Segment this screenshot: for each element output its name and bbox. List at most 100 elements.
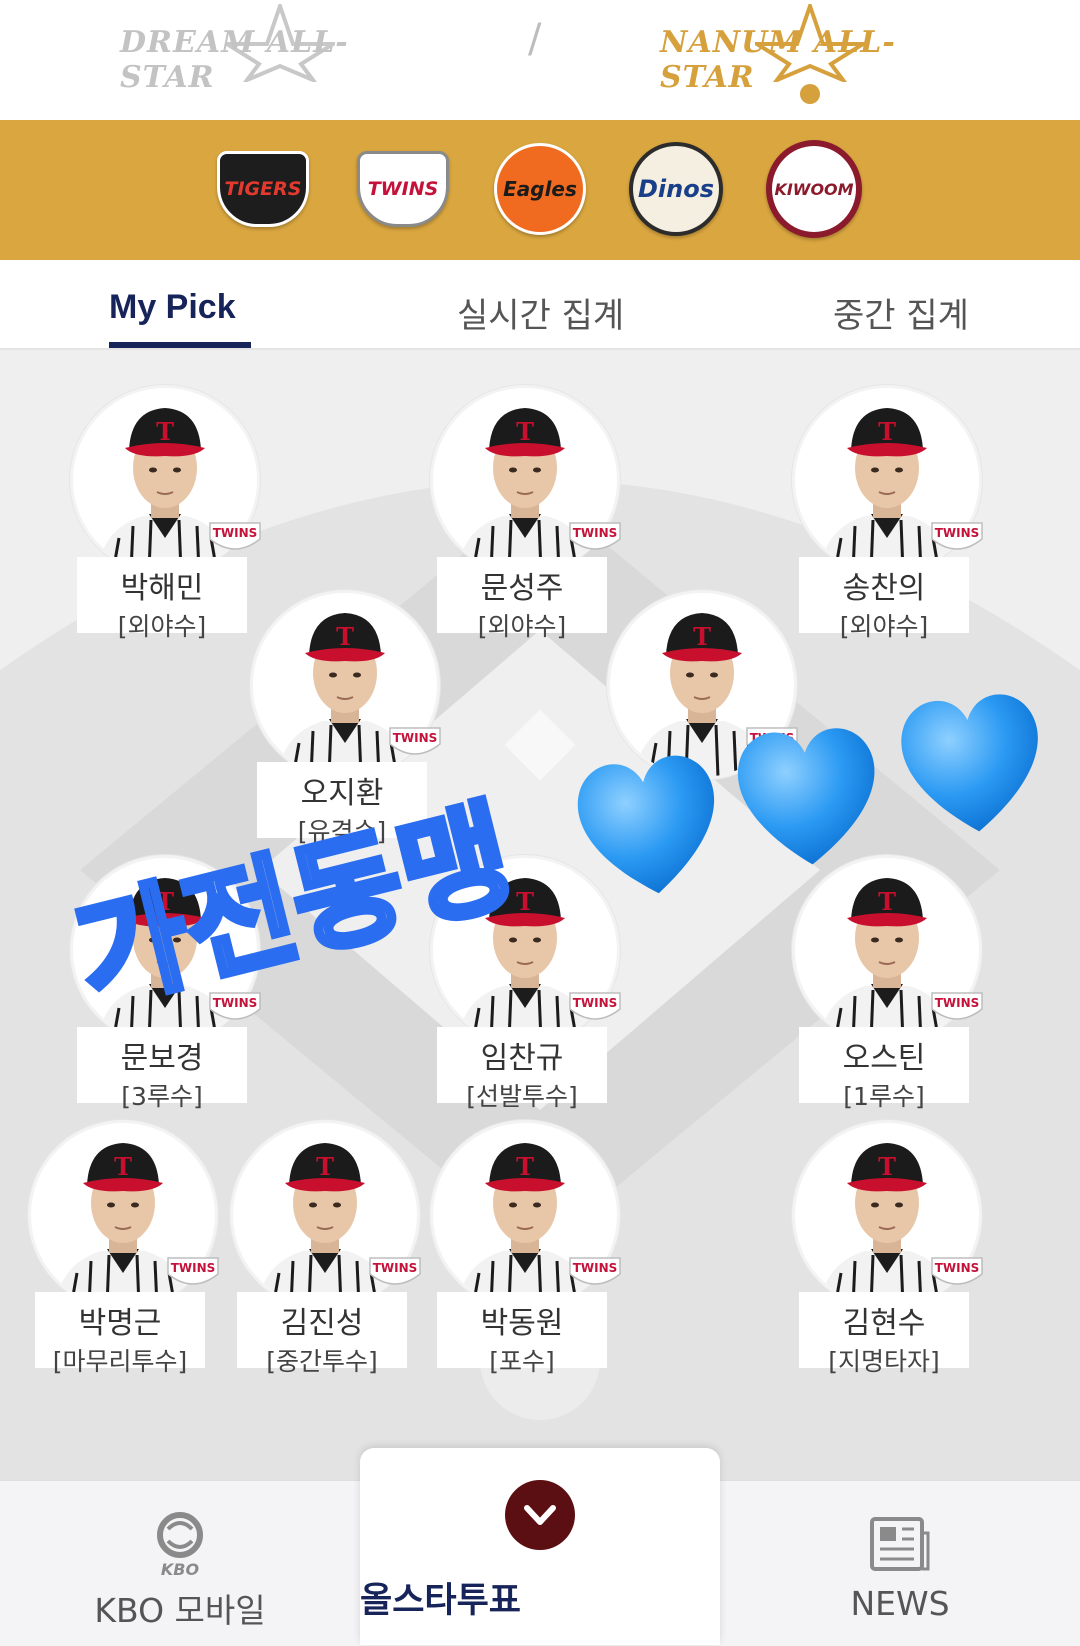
svg-text:TWINS: TWINS [213,526,258,540]
svg-text:T: T [878,1152,896,1181]
player-card[interactable]: T TWINS 박명근 [마무리투수] [28,1120,219,1376]
player-name: 오스틴 [842,1041,926,1076]
tab-midterm[interactable]: 중간 집계 [833,288,969,337]
twins-badge-icon: TWINS [931,992,983,1020]
eagles-logo: Eagles [494,143,586,235]
player-position: [3루수] [121,1082,203,1111]
player-card[interactable]: T TWINS 박동원 [포수] [430,1120,621,1376]
svg-text:T: T [693,622,711,651]
player-name-card: 문성주 [외야수] [437,557,607,641]
player-card[interactable]: T TWINS 문성주 [외야수] [430,385,621,641]
svg-text:TWINS: TWINS [750,731,795,745]
twins-badge-icon: TWINS [746,727,798,755]
dream-allstar-tab[interactable]: DREAM ALL-STAR [120,0,440,120]
twins-badge-icon: TWINS [931,522,983,550]
active-league-indicator [800,84,820,104]
player-card[interactable]: T TWINS 임찬규 [선발투수] [430,855,621,1111]
player-position: [외야수] [839,612,929,641]
player-name: 송찬의 [842,571,926,606]
svg-text:T: T [336,622,354,651]
player-card[interactable]: T TWINS 김현수 [지명타자] [792,1120,983,1376]
vote-tabs: My Pick 실시간 집계 중간 집계 [0,260,1080,350]
svg-text:T: T [316,1152,334,1181]
player-name: 박해민 [120,571,204,606]
player-name-card: 박해민 [외야수] [77,557,247,641]
player-name-card: 박동원 [포수] [437,1292,607,1376]
svg-text:T: T [516,417,534,446]
svg-text:TWINS: TWINS [573,996,618,1010]
player-name-card: 박명근 [마무리투수] [35,1292,205,1376]
player-position: [중간투수] [266,1347,378,1376]
twins-badge-icon: TWINS [369,1257,421,1285]
player-card[interactable]: T TWINS [607,590,798,840]
player-name: 오지환 [300,776,384,811]
team-tigers[interactable]: TIGERS [215,146,311,232]
player-card[interactable]: T TWINS 송찬의 [외야수] [792,385,983,641]
svg-text:TWINS: TWINS [935,996,980,1010]
twins-badge-icon: TWINS [569,992,621,1020]
league-divider: / [528,16,542,62]
player-position: [외야수] [477,612,567,641]
svg-text:TWINS: TWINS [373,1261,418,1275]
svg-text:T: T [156,887,174,916]
player-name-card: 임찬규 [선발투수] [437,1027,607,1111]
twins-badge-icon: TWINS [389,727,441,755]
player-position: [포수] [489,1347,555,1376]
player-card[interactable]: T TWINS 김진성 [중간투수] [230,1120,421,1376]
nav-kbo-mobile[interactable]: KBO KBO 모바일 [60,1481,300,1646]
twins-logo: TWINS [357,151,449,227]
twins-badge-icon: TWINS [167,1257,219,1285]
team-eagles[interactable]: Eagles [492,143,588,235]
player-card[interactable]: T TWINS 오스틴 [1루수] [792,855,983,1111]
svg-text:TWINS: TWINS [573,1261,618,1275]
svg-text:T: T [516,887,534,916]
player-card[interactable]: T TWINS 오지환 [유격수] [250,590,441,846]
player-name-card: 오지환 [유격수] [257,762,427,846]
player-name-card: 문보경 [3루수] [77,1027,247,1111]
player-position: [1루수] [843,1082,925,1111]
nav-news[interactable]: NEWS [780,1481,1020,1646]
kbo-logo-text: KBO [161,1560,200,1579]
chevron-down-icon [524,1505,556,1525]
svg-text:TWINS: TWINS [573,526,618,540]
player-name-card: 송찬의 [외야수] [799,557,969,641]
team-twins[interactable]: TWINS [355,146,451,232]
player-card[interactable]: T TWINS 박해민 [외야수] [70,385,261,641]
player-name: 김진성 [280,1306,364,1341]
player-position: [지명타자] [828,1347,940,1376]
twins-badge-icon: TWINS [209,522,261,550]
team-kiwoom[interactable]: KIWOOM [766,140,862,238]
svg-text:TWINS: TWINS [935,526,980,540]
player-name-card: 오스틴 [1루수] [799,1027,969,1111]
player-name: 박명근 [78,1306,162,1341]
nav-kbo-mobile-label: KBO 모바일 [94,1591,266,1630]
svg-text:T: T [878,417,896,446]
tab-realtime[interactable]: 실시간 집계 [457,288,624,337]
twins-badge-icon: TWINS [569,1257,621,1285]
dinos-logo: Dinos [629,142,723,236]
tab-my-pick[interactable]: My Pick [109,288,236,327]
player-position: [외야수] [117,612,207,641]
team-logo-bar: TIGERS TWINS Eagles Dinos KIWOOM [0,120,1080,260]
player-name-card: 김진성 [중간투수] [237,1292,407,1376]
tigers-logo: TIGERS [217,151,309,227]
nav-news-label: NEWS [850,1584,950,1623]
svg-text:T: T [156,417,174,446]
player-name: 임찬규 [480,1041,564,1076]
twins-badge-icon: TWINS [209,992,261,1020]
player-name: 문성주 [480,571,564,606]
dream-allstar-label: DREAM ALL-STAR [120,25,349,95]
team-dinos[interactable]: Dinos [628,142,724,236]
player-card[interactable]: T TWINS 문보경 [3루수] [70,855,261,1111]
player-name: 박동원 [480,1306,564,1341]
vote-expand-button[interactable] [505,1480,575,1550]
svg-text:TWINS: TWINS [935,1261,980,1275]
twins-badge-icon: TWINS [931,1257,983,1285]
svg-text:TWINS: TWINS [393,731,438,745]
news-icon [870,1517,930,1571]
player-name: 김현수 [842,1306,926,1341]
player-position: [마무리투수] [52,1347,188,1376]
lineup-field: T TWINS 박해민 [외야수] T TWINS 문성주 [외야수] T TW… [0,350,1080,1480]
allstar-vote-tab[interactable]: 올스타투표 [360,1448,720,1645]
player-name-card: 김현수 [지명타자] [799,1292,969,1376]
